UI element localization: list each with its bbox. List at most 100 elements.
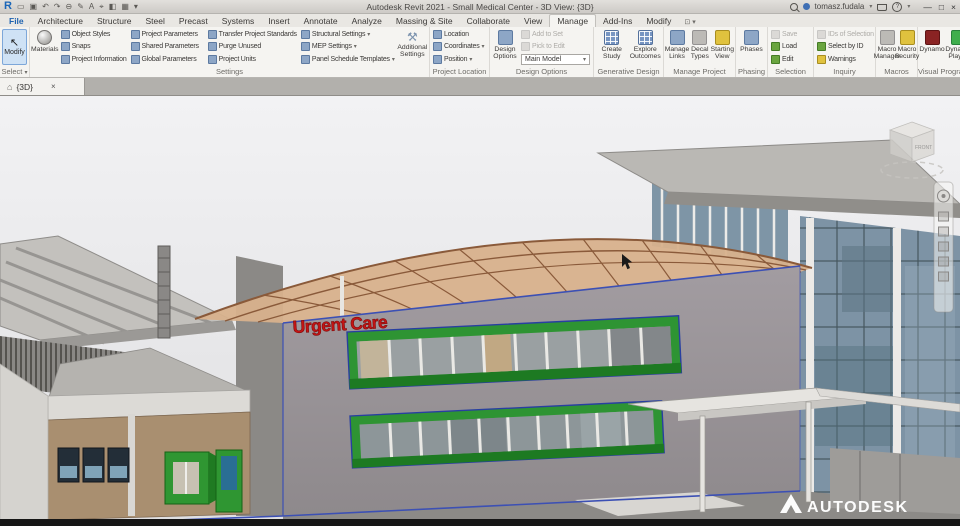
tab-file[interactable]: File xyxy=(2,15,31,27)
view-tab-3d[interactable]: ⌂ {3D} × xyxy=(0,78,85,95)
view-tab-close-icon[interactable]: × xyxy=(51,82,56,91)
navigation-bar[interactable] xyxy=(934,182,953,312)
explore-outcomes-button[interactable]: Explore Outcomes xyxy=(629,28,663,66)
file-menu-icon[interactable]: ▭ xyxy=(17,0,25,13)
tab-annotate[interactable]: Annotate xyxy=(297,15,345,27)
help-menu-caret-icon[interactable]: ▾ xyxy=(907,3,910,10)
project-information-button[interactable]: Project Information xyxy=(61,54,127,65)
mep-settings-icon xyxy=(301,42,310,51)
left-wing-building[interactable] xyxy=(0,236,283,526)
design-options-button[interactable]: Design Options xyxy=(491,28,519,66)
starting-view-button[interactable]: Starting View xyxy=(711,28,734,66)
structural-settings-button[interactable]: Structural Settings▾ xyxy=(301,29,395,40)
active-design-option-select[interactable]: Main Model▾ xyxy=(521,54,590,65)
drawing-area-3d-view[interactable]: Urgent Care xyxy=(0,96,960,526)
position-button[interactable]: Position▾ xyxy=(433,54,486,65)
purge-unused-button[interactable]: Purge Unused xyxy=(208,41,297,52)
dynamo-button[interactable]: Dynamo xyxy=(919,28,945,66)
snaps-icon xyxy=(61,42,70,51)
tab-modify[interactable]: Modify xyxy=(639,15,678,27)
close-button[interactable]: × xyxy=(951,2,956,12)
tab-collaborate[interactable]: Collaborate xyxy=(460,15,517,27)
selection-load-button[interactable]: Load xyxy=(771,41,810,52)
project-parameters-button[interactable]: Project Parameters xyxy=(131,29,204,40)
pan-icon[interactable] xyxy=(939,212,949,221)
select-dropdown[interactable]: Select ▾ xyxy=(0,66,29,77)
open-icon[interactable]: ▣ xyxy=(30,0,38,13)
tab-structure[interactable]: Structure xyxy=(90,15,139,27)
warnings-button[interactable]: Warnings xyxy=(817,54,874,65)
minimize-button[interactable]: — xyxy=(923,2,932,12)
manage-links-icon xyxy=(670,30,685,45)
additional-settings-button[interactable]: ⚒ Additional Settings xyxy=(397,28,428,66)
section-icon[interactable]: ▦ xyxy=(121,0,129,13)
snaps-button[interactable]: Snaps xyxy=(61,41,127,52)
print-icon[interactable]: ⊖ xyxy=(65,0,72,13)
location-button[interactable]: Location xyxy=(433,29,486,40)
generative-design-panel-label: Generative Design xyxy=(594,66,663,77)
dynamo-player-button[interactable]: Dynamo Player xyxy=(945,28,960,66)
global-parameters-button[interactable]: Global Parameters xyxy=(131,54,204,65)
coordinates-button[interactable]: Coordinates▾ xyxy=(433,41,486,52)
explore-outcomes-icon xyxy=(638,30,653,45)
text-icon[interactable]: A xyxy=(89,0,94,13)
tab-steel[interactable]: Steel xyxy=(139,15,172,27)
materials-button[interactable]: Materials xyxy=(31,28,59,66)
tab-systems[interactable]: Systems xyxy=(215,15,262,27)
3d-view-icon[interactable]: ◧ xyxy=(109,0,117,13)
signed-in-user[interactable]: tomasz.fudala xyxy=(815,2,865,11)
tag-icon[interactable]: ⌖ xyxy=(99,0,104,13)
selection-save-button: Save xyxy=(771,29,810,40)
settings-panel-label: Settings xyxy=(30,66,429,77)
tab-analyze[interactable]: Analyze xyxy=(345,15,389,27)
user-menu-caret-icon[interactable]: ▾ xyxy=(869,3,872,10)
panel-visual-programming: Dynamo Dynamo Player Visual Programming xyxy=(918,27,960,77)
manage-links-button[interactable]: Manage Links xyxy=(665,28,689,66)
app-store-icon[interactable] xyxy=(877,4,887,11)
mep-settings-button[interactable]: MEP Settings▾ xyxy=(301,41,395,52)
tab-view[interactable]: View xyxy=(517,15,549,27)
transfer-project-standards-button[interactable]: Transfer Project Standards xyxy=(208,29,297,40)
tab-precast[interactable]: Precast xyxy=(172,15,215,27)
qat-customize-icon[interactable]: ▾ xyxy=(134,0,138,13)
tab-massing-site[interactable]: Massing & Site xyxy=(389,15,460,27)
panel-selection: Save Load Edit Selection xyxy=(768,27,814,77)
tab-addins[interactable]: Add-Ins xyxy=(596,15,639,27)
orbit-icon[interactable] xyxy=(939,242,949,251)
measure-icon[interactable]: ✎ xyxy=(77,0,84,13)
object-styles-button[interactable]: Object Styles xyxy=(61,29,127,40)
modify-button[interactable]: ↖ Modify xyxy=(2,29,27,65)
select-by-id-button[interactable]: Select by ID xyxy=(817,41,874,52)
tab-manage[interactable]: Manage xyxy=(549,14,596,27)
redo-icon[interactable]: ↷ xyxy=(54,0,61,13)
shared-parameters-button[interactable]: Shared Parameters xyxy=(131,41,204,52)
look-icon[interactable] xyxy=(939,272,949,281)
manage-project-panel-label: Manage Project xyxy=(664,66,735,77)
panel-schedule-templates-icon xyxy=(301,55,310,64)
macro-security-button[interactable]: Macro Security xyxy=(897,28,917,66)
model-canvas[interactable]: Urgent Care xyxy=(0,96,960,526)
global-parameters-icon xyxy=(131,55,140,64)
zoom-icon[interactable] xyxy=(939,227,949,236)
panel-schedule-templates-button[interactable]: Panel Schedule Templates▾ xyxy=(301,54,395,65)
search-icon[interactable] xyxy=(790,3,798,11)
decal-types-button[interactable]: Decal Types xyxy=(689,28,711,66)
undo-icon[interactable]: ↶ xyxy=(42,0,49,13)
ids-of-selection-button: IDs of Selection xyxy=(817,29,874,40)
help-icon[interactable]: ? xyxy=(892,2,902,12)
project-units-button[interactable]: Project Units xyxy=(208,54,297,65)
wrench-icon: ⚒ xyxy=(407,30,418,44)
tab-insert[interactable]: Insert xyxy=(261,15,296,27)
ribbon-state-toggle-icon[interactable]: ⊡ ▾ xyxy=(678,17,701,27)
transfer-project-standards-icon xyxy=(208,30,217,39)
create-study-button[interactable]: Create Study xyxy=(595,28,629,66)
phases-button[interactable]: Phases xyxy=(737,28,766,66)
selection-panel-label: Selection xyxy=(768,66,813,77)
restore-button[interactable]: □ xyxy=(939,2,944,12)
ribbon-manage: ↖ Modify Select ▾ Materials Object Style… xyxy=(0,27,960,78)
entrance-windows xyxy=(58,448,129,482)
selection-edit-button[interactable]: Edit xyxy=(771,54,810,65)
rewind-icon[interactable] xyxy=(939,257,949,266)
tab-architecture[interactable]: Architecture xyxy=(31,15,90,27)
revit-app-icon[interactable]: R xyxy=(4,0,12,13)
